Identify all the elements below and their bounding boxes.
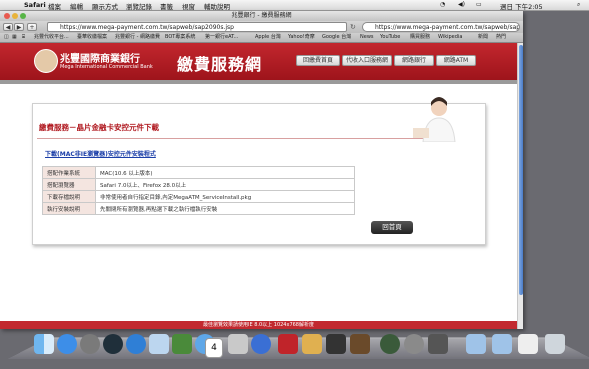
scrollbar-thumb[interactable]	[519, 45, 523, 295]
panel-title: 繳費服務－晶片金融卡安控元件下載	[39, 123, 159, 132]
bank-logo-icon	[34, 49, 58, 73]
bookmark-item[interactable]: 第一銀行eAT...	[205, 33, 238, 42]
menu-view[interactable]: 顯示方式	[92, 1, 118, 11]
bookmark-item[interactable]: Apple 台灣	[255, 33, 281, 42]
table-side-space	[355, 167, 477, 215]
os-label: 搭配作業系統	[42, 166, 96, 179]
bank-name: 兆豐國際商業銀行	[60, 54, 140, 65]
home-button[interactable]: 回首頁	[371, 221, 413, 234]
download-installer-link[interactable]: 下載(MAC非IE瀏覽器)安控元件安裝程式	[45, 149, 156, 158]
menu-bar: Safari 檔案 編輯 顯示方式 瀏覽記錄 書籤 視窗 輔助說明 ◔ ◀) ▭…	[0, 0, 589, 11]
bookmark-item[interactable]: 兆豐銀行 - 網路繳費	[115, 33, 160, 42]
header-divider	[0, 80, 517, 84]
bookmark-item[interactable]: Google 台灣	[322, 33, 351, 42]
search-field[interactable]: https://www.mega-payment.com.tw/sapweb/s…	[362, 22, 520, 32]
menu-bookmarks[interactable]: 書籤	[160, 1, 173, 11]
close-window-button[interactable]	[4, 13, 10, 19]
menu-file[interactable]: 檔案	[48, 1, 61, 11]
title-divider	[37, 138, 437, 139]
top-sites-icon[interactable]: ▦	[12, 33, 17, 42]
browser-label: 搭配瀏覽器	[42, 178, 96, 191]
back-button[interactable]: ◀	[3, 23, 13, 31]
menu-edit[interactable]: 編輯	[70, 1, 83, 11]
battery-icon[interactable]: ▭	[476, 1, 482, 8]
launchpad-icon[interactable]	[80, 334, 100, 354]
install-note-label: 執行安裝說明	[42, 202, 96, 215]
address-bar[interactable]: https://www.mega-payment.com.tw/sapweb/s…	[47, 22, 347, 32]
calendar-icon[interactable]: 4	[205, 338, 223, 358]
nav-collection-portal[interactable]: 代收入口服務網	[342, 55, 392, 66]
app-store-icon[interactable]	[57, 334, 77, 354]
garageband-icon[interactable]	[326, 334, 346, 354]
table-row: 搭配作業系統 MAC(10.6 以上版本)	[42, 166, 477, 179]
downloads-folder-icon[interactable]	[466, 334, 486, 354]
window-title: 兆豐銀行 - 繳費服務網	[231, 12, 292, 19]
mail-icon[interactable]	[149, 334, 169, 354]
info-table: 搭配作業系統 MAC(10.6 以上版本) 搭配瀏覽器 Safari 7.0以上…	[42, 166, 476, 215]
photo-booth-icon[interactable]	[278, 334, 298, 354]
documents-folder-icon[interactable]	[492, 334, 512, 354]
terminal-icon[interactable]	[428, 334, 448, 354]
finder-icon[interactable]	[34, 334, 54, 354]
os-value: MAC(10.6 以上版本)	[95, 166, 355, 179]
facetime-icon[interactable]	[172, 334, 192, 354]
reading-list-icon[interactable]: ◫	[4, 33, 9, 42]
menu-clock[interactable]: 週日 下午2:05	[500, 1, 543, 11]
bookmark-item[interactable]: Yahoo!奇摩	[288, 33, 315, 42]
vertical-scrollbar[interactable]	[517, 43, 523, 329]
imovie-icon[interactable]	[350, 334, 370, 354]
web-page: 兆豐國際商業銀行 Mega International Commercial B…	[0, 43, 517, 329]
bookmark-item[interactable]: News	[360, 33, 374, 42]
download-panel: 繳費服務－晶片金融卡安控元件下載 下載(MAC非IE瀏覽器)安控元件安裝程式 搭…	[32, 97, 486, 245]
bookmarks-bar: ◫ ▦ ⌸ 兆豐代收平台... 臺華收繳檔案 兆豐銀行 - 網路繳費 BOT專案…	[0, 33, 523, 43]
install-note-value: 先關閉所有瀏覽器,再點選下載之執行檔執行安裝	[95, 202, 355, 215]
time-machine-icon[interactable]	[380, 334, 400, 354]
iphoto-icon[interactable]	[302, 334, 322, 354]
download-note-value: 非常使用者自行指定目錄,內定MegaATM_ServiceInstall.pkg	[95, 190, 355, 203]
menu-app-safari[interactable]: Safari	[24, 1, 46, 9]
bookmark-item[interactable]: 臺華收繳檔案	[77, 33, 107, 42]
forward-button[interactable]: ▶	[14, 23, 24, 31]
bookmark-item[interactable]: 新聞	[478, 33, 488, 42]
browser-toolbar: ◀ ▶ + https://www.mega-payment.com.tw/sa…	[0, 21, 523, 33]
volume-icon[interactable]: ◀)	[458, 1, 465, 8]
browser-value: Safari 7.0以上、Firefox 28.0以上	[95, 178, 355, 191]
browser-window: 兆豐銀行 - 繳費服務網 ◀ ▶ + https://www.mega-paym…	[0, 11, 523, 329]
menu-window[interactable]: 視窗	[182, 1, 195, 11]
show-all-bookmarks-icon[interactable]: ⌸	[22, 33, 25, 42]
bookmark-item[interactable]: 熱門	[496, 33, 506, 42]
zoom-window-button[interactable]	[20, 13, 26, 19]
share-button[interactable]: +	[27, 23, 37, 31]
bookmark-item[interactable]: Wikipedia	[438, 33, 462, 42]
nav-online-banking[interactable]: 網路銀行	[394, 55, 434, 66]
page-footer: 最佳瀏覽效果請使用IE 8.0以上 1024x768解析度	[0, 321, 517, 329]
preview-icon[interactable]	[228, 334, 248, 354]
menu-help[interactable]: 輔助說明	[204, 1, 230, 11]
bookmark-item[interactable]: 購買服務	[410, 33, 430, 42]
itunes-icon[interactable]	[251, 334, 271, 354]
site-header: 兆豐國際商業銀行 Mega International Commercial B…	[0, 43, 517, 80]
bookmark-item[interactable]: BOT專案系統	[165, 33, 195, 42]
reload-icon[interactable]: ↻	[350, 23, 356, 31]
wifi-icon[interactable]: ◔	[440, 1, 445, 8]
bank-name-english: Mega International Commercial Bank	[60, 64, 153, 70]
minimize-window-button[interactable]	[12, 13, 18, 19]
bookmark-item[interactable]: YouTube	[380, 33, 400, 42]
nav-payment-home[interactable]: 回繳費首頁	[296, 55, 340, 66]
title-bar: 兆豐銀行 - 繳費服務網	[0, 11, 523, 21]
system-preferences-icon[interactable]	[404, 334, 424, 354]
nav-web-atm[interactable]: 網路ATM	[436, 55, 476, 66]
safari-icon[interactable]	[126, 334, 146, 354]
applications-folder-icon[interactable]	[518, 334, 538, 354]
bookmark-item[interactable]: 兆豐代收平台...	[34, 33, 69, 42]
dashboard-icon[interactable]	[103, 334, 123, 354]
spotlight-icon[interactable]: ⌕	[577, 1, 580, 9]
download-note-label: 下載存檔說明	[42, 190, 96, 203]
menu-history[interactable]: 瀏覽記錄	[126, 1, 152, 11]
trash-icon[interactable]	[545, 334, 565, 354]
site-title: 繳費服務網	[177, 55, 263, 74]
customer-service-image	[413, 97, 456, 142]
